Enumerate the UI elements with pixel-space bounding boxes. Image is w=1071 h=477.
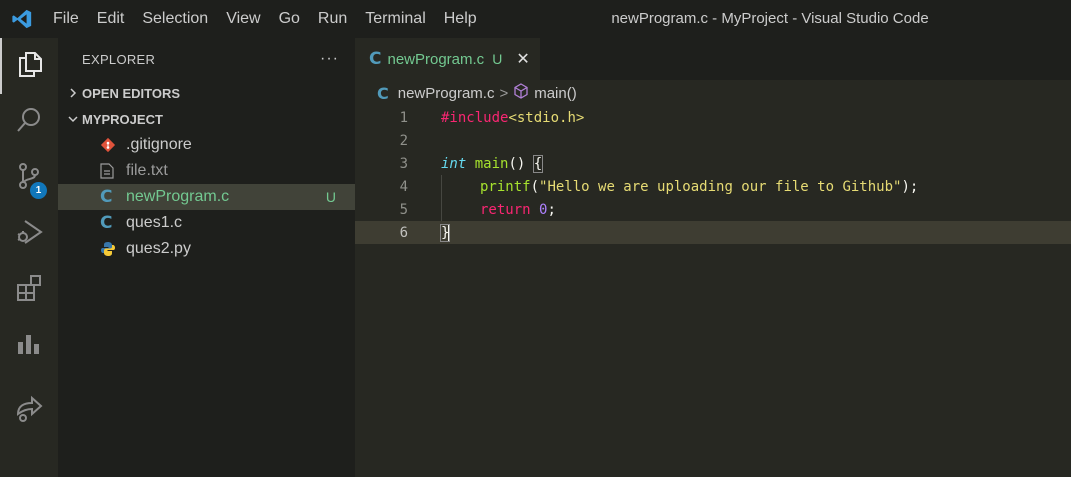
activity-bar: 1 — [0, 38, 58, 477]
more-actions-button[interactable]: ··· — [320, 50, 339, 68]
c-file-icon: C — [100, 213, 113, 233]
file-name: .gitignore — [126, 136, 192, 153]
window-title: newProgram.c - MyProject - Visual Studio… — [611, 10, 929, 27]
menu-terminal[interactable]: Terminal — [356, 0, 434, 38]
code-semicolon: ; — [547, 201, 556, 218]
file-item-ques2-py[interactable]: ques2.py — [58, 236, 355, 262]
tab-status: U — [492, 51, 503, 67]
code-paren-close: ); — [901, 178, 919, 195]
code-paren: ( — [530, 178, 540, 195]
code-type: int — [441, 155, 467, 172]
breadcrumb-separator: > — [499, 84, 509, 102]
code-line: 3 int main() { — [355, 152, 1071, 175]
file-item-newprogram-c[interactable]: C newProgram.c U — [58, 184, 355, 210]
code-line: 1 #include<stdio.h> — [355, 106, 1071, 129]
indent-guide — [441, 175, 442, 198]
text-cursor — [448, 223, 451, 242]
text-file-icon — [100, 163, 126, 179]
line-number: 6 — [399, 224, 408, 241]
cube-icon — [513, 83, 529, 103]
code-line-current: 6 } — [355, 221, 1071, 244]
live-share-activity-button[interactable] — [0, 383, 58, 439]
menu-file[interactable]: File — [44, 0, 88, 38]
code-editor[interactable]: 1 #include<stdio.h> 2 3 int main() { 4 p… — [355, 106, 1071, 244]
c-file-icon: C — [100, 187, 113, 207]
tab-newprogram-c[interactable]: C newProgram.c U ✕ — [355, 38, 540, 80]
line-number: 1 — [399, 109, 408, 126]
c-file-icon: C — [377, 83, 389, 103]
run-debug-activity-button[interactable] — [0, 206, 58, 262]
scm-badge: 1 — [30, 182, 47, 199]
title-bar: File Edit Selection View Go Run Terminal… — [0, 0, 1071, 38]
menu-selection[interactable]: Selection — [133, 0, 217, 38]
search-activity-button[interactable] — [0, 94, 58, 150]
code-parens: () — [508, 155, 534, 172]
file-item-ques1-c[interactable]: C ques1.c — [58, 210, 355, 236]
code-string: "Hello we are uploading our file to Gith… — [539, 178, 902, 195]
project-label: MYPROJECT — [82, 111, 163, 127]
file-name: ques2.py — [126, 240, 191, 257]
menu-view[interactable]: View — [217, 0, 269, 38]
file-item-file-txt[interactable]: file.txt — [58, 158, 355, 184]
chart-activity-button[interactable] — [0, 318, 58, 374]
file-name: newProgram.c — [126, 188, 230, 205]
c-file-icon: C — [369, 49, 382, 69]
code-function: printf — [480, 178, 531, 195]
source-control-activity-button[interactable]: 1 — [0, 150, 58, 206]
line-number: 2 — [399, 132, 408, 149]
code-line: 4 printf("Hello we are uploading our fil… — [355, 175, 1071, 198]
line-number: 5 — [399, 201, 408, 218]
menu-go[interactable]: Go — [270, 0, 309, 38]
menu-bar: File Edit Selection View Go Run Terminal… — [44, 0, 486, 38]
open-editors-section[interactable]: OPEN EDITORS — [58, 80, 355, 106]
line-number: 3 — [399, 155, 408, 172]
code-keyword: return — [480, 201, 531, 218]
open-editors-label: OPEN EDITORS — [82, 85, 181, 101]
code-brace-open: { — [532, 154, 544, 173]
tab-label: newProgram.c — [387, 50, 485, 68]
git-icon — [100, 137, 126, 153]
code-line: 2 — [355, 129, 1071, 152]
indent-guide — [441, 198, 442, 221]
chevron-down-icon — [64, 114, 82, 124]
search-icon — [14, 105, 44, 140]
close-icon[interactable]: ✕ — [516, 49, 529, 69]
code-line: 5 return 0; — [355, 198, 1071, 221]
menu-help[interactable]: Help — [435, 0, 486, 38]
live-share-icon — [14, 394, 44, 429]
explorer-sidebar: EXPLORER ··· OPEN EDITORS MYPROJECT .git… — [58, 38, 355, 477]
line-number: 4 — [399, 178, 408, 195]
chevron-right-icon — [64, 88, 82, 98]
file-item-gitignore[interactable]: .gitignore — [58, 132, 355, 158]
file-name: file.txt — [126, 162, 168, 179]
breadcrumb: C newProgram.c > main() — [355, 80, 1071, 106]
breadcrumb-file[interactable]: newProgram.c — [398, 85, 495, 102]
editor-tabs: C newProgram.c U ✕ — [355, 38, 1071, 80]
extensions-icon — [14, 273, 44, 308]
extensions-activity-button[interactable] — [0, 262, 58, 318]
breadcrumb-symbol[interactable]: main() — [534, 85, 577, 102]
untracked-status: U — [325, 189, 336, 205]
run-debug-icon — [14, 217, 44, 252]
menu-edit[interactable]: Edit — [88, 0, 134, 38]
explorer-title: EXPLORER — [82, 51, 156, 67]
code-function: main — [474, 155, 509, 172]
project-section[interactable]: MYPROJECT — [58, 106, 355, 132]
sidebar-header: EXPLORER ··· — [58, 38, 355, 80]
code-directive: #include — [441, 109, 509, 126]
editor-area: C newProgram.c U ✕ C newProgram.c > main… — [355, 38, 1071, 477]
file-name: ques1.c — [126, 214, 183, 231]
python-file-icon — [100, 241, 126, 257]
code-header: <stdio.h> — [508, 109, 585, 126]
vscode-logo-icon — [0, 0, 44, 38]
menu-run[interactable]: Run — [309, 0, 356, 38]
files-icon — [15, 49, 45, 84]
chart-icon — [14, 329, 44, 364]
explorer-activity-button[interactable] — [0, 38, 58, 94]
